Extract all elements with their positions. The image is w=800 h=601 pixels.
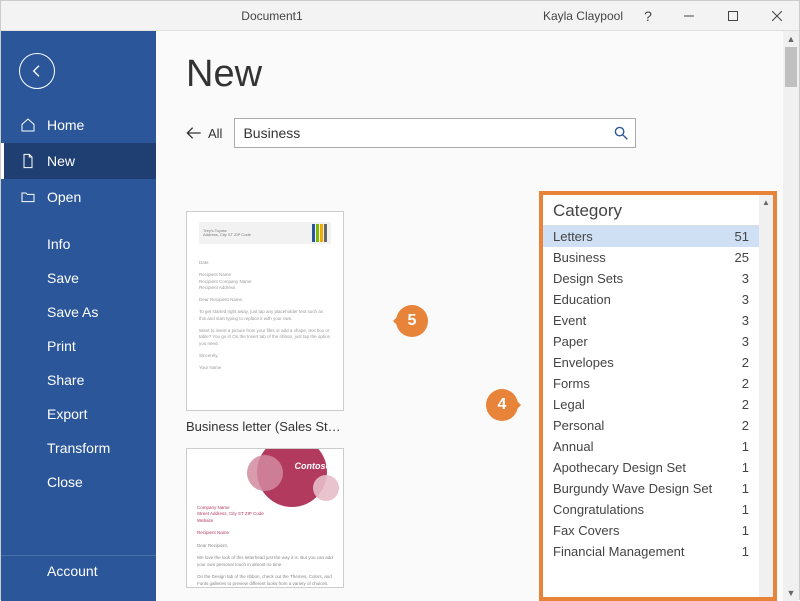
category-item[interactable]: Fax Covers1 (543, 520, 759, 541)
new-doc-icon (19, 152, 37, 170)
sidebar-item-home[interactable]: Home (1, 107, 156, 143)
category-item[interactable]: Envelopes2 (543, 352, 759, 373)
category-item[interactable]: Burgundy Wave Design Set1 (543, 478, 759, 499)
sidebar-item-print[interactable]: Print (1, 329, 156, 363)
category-item[interactable]: Education3 (543, 289, 759, 310)
search-back-button[interactable]: All (186, 126, 222, 141)
template-thumbnail: Trey's ToyotaAddress, City ST ZIP Code D… (186, 211, 344, 411)
sidebar-item-label: New (47, 153, 75, 169)
sidebar-item-info[interactable]: Info (1, 227, 156, 261)
template-card[interactable]: Contoso Company NameStreet Address, City… (186, 448, 344, 588)
content-scrollbar[interactable]: ▲ ▼ (783, 31, 799, 601)
window-controls (667, 1, 799, 31)
search-row: All (186, 118, 799, 148)
category-header: Category (543, 195, 773, 226)
callout-5: 5 (396, 305, 428, 337)
search-box[interactable] (234, 118, 636, 148)
sidebar-item-share[interactable]: Share (1, 363, 156, 397)
sidebar-item-export[interactable]: Export (1, 397, 156, 431)
sidebar-item-transform[interactable]: Transform (1, 431, 156, 465)
search-input[interactable] (235, 125, 607, 141)
callout-4: 4 (486, 389, 518, 421)
category-item[interactable]: Forms2 (543, 373, 759, 394)
category-item[interactable]: Annual1 (543, 436, 759, 457)
search-icon (614, 126, 628, 140)
backstage-sidebar: Home New Open Info Save Save As Print Sh… (1, 31, 156, 601)
category-scrollbar[interactable]: ▲ (759, 195, 773, 597)
scroll-up-icon[interactable]: ▲ (759, 195, 773, 209)
back-arrow-icon (29, 63, 45, 79)
folder-open-icon (19, 188, 37, 206)
close-button[interactable] (755, 1, 799, 31)
template-thumbnail: Contoso Company NameStreet Address, City… (186, 448, 344, 588)
sidebar-item-new[interactable]: New (1, 143, 156, 179)
back-button[interactable] (19, 53, 55, 89)
document-title: Document1 (1, 9, 543, 23)
content-area: ▲ ▼ New All Trey's ToyotaAddress, City (156, 31, 799, 601)
category-list: Letters51 Business25 Design Sets3 Educat… (543, 226, 759, 562)
category-item[interactable]: Paper3 (543, 331, 759, 352)
template-card[interactable]: Trey's ToyotaAddress, City ST ZIP Code D… (186, 211, 344, 434)
category-item[interactable]: Event3 (543, 310, 759, 331)
sidebar-item-account[interactable]: Account (1, 555, 156, 601)
sidebar-item-save[interactable]: Save (1, 261, 156, 295)
category-item[interactable]: Legal2 (543, 394, 759, 415)
category-item[interactable]: Congratulations1 (543, 499, 759, 520)
category-panel: ▲ Category Letters51 Business25 Design S… (539, 191, 777, 601)
template-title: Business letter (Sales St… (186, 419, 344, 434)
category-item[interactable]: Personal2 (543, 415, 759, 436)
title-bar: Document1 Kayla Claypool ? (1, 1, 799, 31)
minimize-button[interactable] (667, 1, 711, 31)
scroll-down-icon[interactable]: ▼ (783, 585, 799, 601)
category-item[interactable]: Apothecary Design Set1 (543, 457, 759, 478)
category-item[interactable]: Business25 (543, 247, 759, 268)
page-heading: New (186, 53, 799, 96)
category-item[interactable]: Financial Management1 (543, 541, 759, 562)
user-name[interactable]: Kayla Claypool (543, 9, 623, 23)
category-item[interactable]: Design Sets3 (543, 268, 759, 289)
maximize-button[interactable] (711, 1, 755, 31)
home-icon (19, 116, 37, 134)
arrow-left-icon (186, 126, 202, 140)
category-item[interactable]: Letters51 (543, 226, 759, 247)
search-back-label: All (208, 126, 222, 141)
sidebar-item-save-as[interactable]: Save As (1, 295, 156, 329)
scroll-up-icon[interactable]: ▲ (783, 31, 799, 47)
help-button[interactable]: ? (633, 8, 663, 24)
search-button[interactable] (607, 126, 635, 140)
scrollbar-thumb[interactable] (785, 47, 797, 87)
sidebar-item-close[interactable]: Close (1, 465, 156, 499)
sidebar-item-label: Open (47, 189, 81, 205)
sidebar-item-label: Home (47, 117, 84, 133)
sidebar-item-open[interactable]: Open (1, 179, 156, 215)
